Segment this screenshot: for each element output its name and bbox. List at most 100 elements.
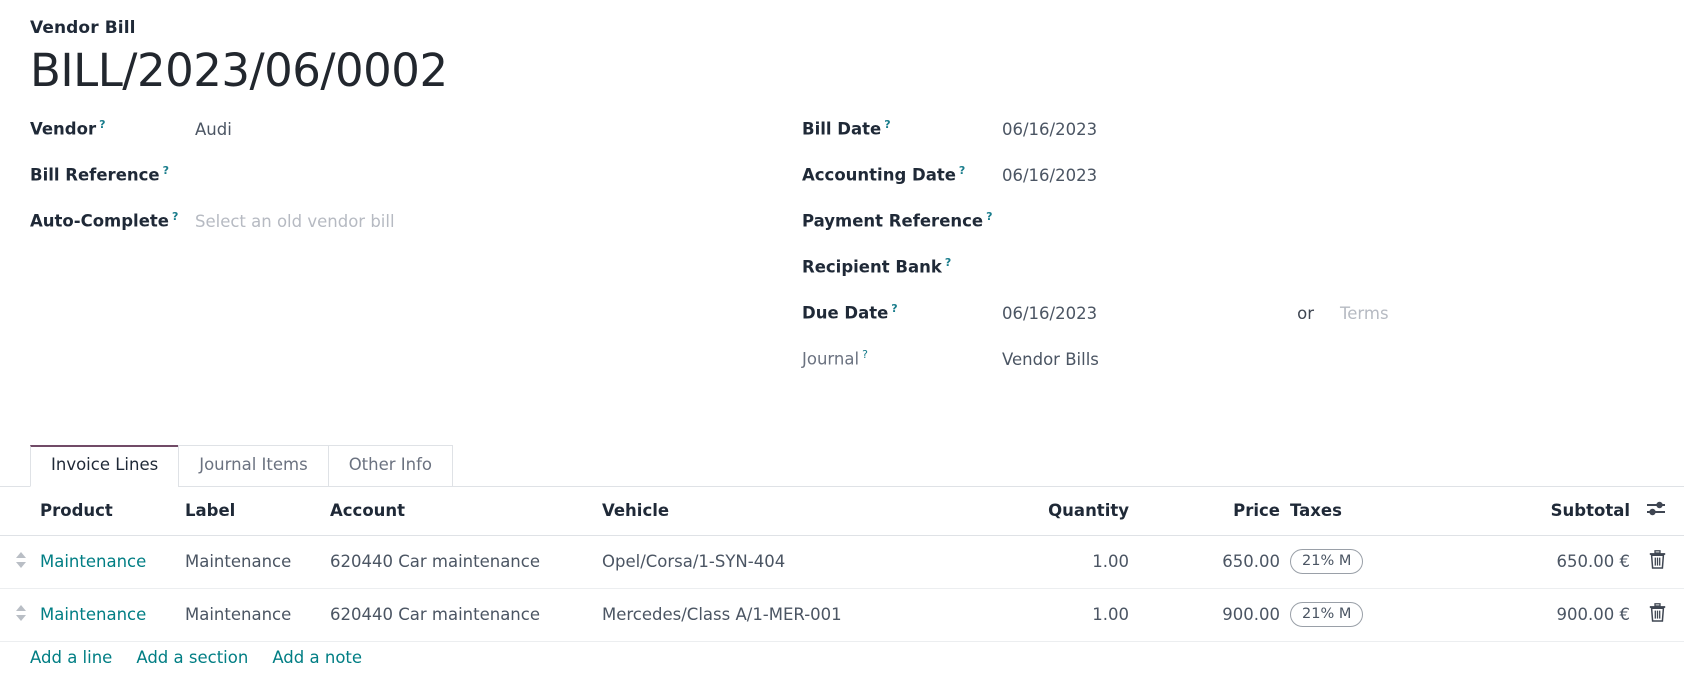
help-icon[interactable]: ? xyxy=(884,118,890,131)
cell-vehicle[interactable]: Opel/Corsa/1-SYN-404 xyxy=(602,535,1000,590)
auto-complete-input[interactable]: Select an old vendor bill xyxy=(195,212,395,231)
accounting-date-value[interactable]: 06/16/2023 xyxy=(1002,166,1097,185)
payment-reference-label: Payment Reference? xyxy=(802,210,1002,231)
field-grid: Vendor? Audi Bill Reference? Auto-Comple… xyxy=(30,118,1654,394)
sliders-icon[interactable] xyxy=(1646,500,1666,521)
due-date-label-text: Due Date xyxy=(802,303,889,323)
column-header-product: Product xyxy=(40,487,185,536)
cell-delete xyxy=(1630,588,1684,643)
auto-complete-label-text: Auto-Complete xyxy=(30,211,169,231)
tax-badge[interactable]: 21% M xyxy=(1290,549,1364,575)
journal-value[interactable]: Vendor Bills xyxy=(1002,350,1099,369)
bill-reference-label-text: Bill Reference xyxy=(30,165,160,185)
help-icon[interactable]: ? xyxy=(862,348,868,361)
payment-terms-input[interactable]: Terms xyxy=(1340,304,1389,323)
help-icon[interactable]: ? xyxy=(945,256,951,269)
column-header-account: Account xyxy=(330,487,602,536)
table-header-row: Product Label Account Vehicle Quantity P… xyxy=(0,487,1684,536)
help-icon[interactable]: ? xyxy=(891,302,897,315)
trash-icon[interactable] xyxy=(1649,550,1666,573)
cell-label[interactable]: Maintenance xyxy=(185,588,330,643)
document-type-label: Vendor Bill xyxy=(30,18,136,38)
help-icon[interactable]: ? xyxy=(959,164,965,177)
column-header-taxes: Taxes xyxy=(1290,487,1480,536)
column-header-options xyxy=(1630,487,1684,536)
product-link[interactable]: Maintenance xyxy=(40,552,146,571)
product-link[interactable]: Maintenance xyxy=(40,605,146,624)
cell-price[interactable]: 900.00 xyxy=(1155,588,1290,643)
bill-date-label: Bill Date? xyxy=(802,118,1002,139)
drag-handle-icon[interactable] xyxy=(14,603,28,627)
field-row-journal: Journal? Vendor Bills xyxy=(802,348,1654,394)
column-header-handle xyxy=(0,487,40,536)
cell-account[interactable]: 620440 Car maintenance xyxy=(330,535,602,590)
cell-delete xyxy=(1630,535,1684,590)
cell-vehicle[interactable]: Mercedes/Class A/1-MER-001 xyxy=(602,588,1000,643)
help-icon[interactable]: ? xyxy=(99,118,105,131)
bill-date-value[interactable]: 06/16/2023 xyxy=(1002,120,1097,139)
row-drag-handle-cell xyxy=(0,535,40,590)
table-row[interactable]: Maintenance Maintenance 620440 Car maint… xyxy=(0,535,1684,590)
accounting-date-label: Accounting Date? xyxy=(802,164,1002,185)
vendor-label: Vendor? xyxy=(30,118,195,139)
page-title[interactable]: BILL/2023/06/0002 xyxy=(30,45,1654,96)
tab-invoice-lines[interactable]: Invoice Lines xyxy=(30,445,180,487)
bill-date-label-text: Bill Date xyxy=(802,119,882,139)
cell-subtotal: 650.00 € xyxy=(1480,535,1630,590)
column-header-quantity: Quantity xyxy=(1000,487,1155,536)
auto-complete-label: Auto-Complete? xyxy=(30,210,195,231)
cell-account[interactable]: 620440 Car maintenance xyxy=(330,588,602,643)
left-field-column: Vendor? Audi Bill Reference? Auto-Comple… xyxy=(30,118,802,394)
field-row-accounting-date: Accounting Date? 06/16/2023 xyxy=(802,164,1654,210)
column-header-price: Price xyxy=(1155,487,1290,536)
journal-label: Journal? xyxy=(802,348,1002,369)
field-row-vendor: Vendor? Audi xyxy=(30,118,802,164)
column-header-vehicle: Vehicle xyxy=(602,487,1000,536)
journal-label-text: Journal xyxy=(802,349,860,369)
drag-handle-icon[interactable] xyxy=(14,550,28,574)
help-icon[interactable]: ? xyxy=(986,210,992,223)
payment-reference-label-text: Payment Reference xyxy=(802,211,984,231)
help-icon[interactable]: ? xyxy=(172,210,178,223)
cell-product[interactable]: Maintenance xyxy=(40,588,185,643)
field-row-bill-date: Bill Date? 06/16/2023 xyxy=(802,118,1654,164)
line-actions: Add a line Add a section Add a note xyxy=(30,648,362,667)
right-field-column: Bill Date? 06/16/2023 Accounting Date? 0… xyxy=(802,118,1654,394)
tab-bar: Invoice Lines Journal Items Other Info xyxy=(0,439,1684,487)
recipient-bank-label-text: Recipient Bank xyxy=(802,257,942,277)
recipient-bank-label: Recipient Bank? xyxy=(802,256,1002,277)
tax-badge[interactable]: 21% M xyxy=(1290,602,1364,628)
field-row-bill-reference: Bill Reference? xyxy=(30,164,802,210)
cell-quantity[interactable]: 1.00 xyxy=(1000,535,1155,590)
cell-taxes[interactable]: 21% M xyxy=(1290,535,1480,590)
cell-label[interactable]: Maintenance xyxy=(185,535,330,590)
cell-quantity[interactable]: 1.00 xyxy=(1000,588,1155,643)
add-a-section-button[interactable]: Add a section xyxy=(136,648,248,667)
due-date-or-separator: or xyxy=(1297,303,1314,323)
cell-taxes[interactable]: 21% M xyxy=(1290,588,1480,643)
accounting-date-label-text: Accounting Date xyxy=(802,165,956,185)
cell-subtotal: 900.00 € xyxy=(1480,588,1630,643)
field-row-due-date: Due Date? 06/16/2023 or Terms xyxy=(802,302,1654,348)
field-row-recipient-bank: Recipient Bank? xyxy=(802,256,1654,302)
cell-product[interactable]: Maintenance xyxy=(40,535,185,590)
help-icon[interactable]: ? xyxy=(163,164,169,177)
due-date-label: Due Date? xyxy=(802,302,1002,323)
row-drag-handle-cell xyxy=(0,588,40,643)
table-row[interactable]: Maintenance Maintenance 620440 Car maint… xyxy=(0,588,1684,643)
field-row-auto-complete: Auto-Complete? Select an old vendor bill xyxy=(30,210,802,256)
cell-price[interactable]: 650.00 xyxy=(1155,535,1290,590)
column-header-subtotal: Subtotal xyxy=(1480,487,1630,536)
add-a-line-button[interactable]: Add a line xyxy=(30,648,112,667)
tab-other-info[interactable]: Other Info xyxy=(327,445,454,487)
column-header-label: Label xyxy=(185,487,330,536)
add-a-note-button[interactable]: Add a note xyxy=(272,648,362,667)
trash-icon[interactable] xyxy=(1649,603,1666,626)
tab-journal-items[interactable]: Journal Items xyxy=(178,445,329,487)
vendor-bill-form: Vendor Bill BILL/2023/06/0002 Vendor? Au… xyxy=(0,0,1684,687)
due-date-value[interactable]: 06/16/2023 xyxy=(1002,304,1097,323)
vendor-value[interactable]: Audi xyxy=(195,120,232,139)
bill-reference-label: Bill Reference? xyxy=(30,164,195,185)
vendor-label-text: Vendor xyxy=(30,119,97,139)
invoice-lines-table: Product Label Account Vehicle Quantity P… xyxy=(0,487,1684,643)
